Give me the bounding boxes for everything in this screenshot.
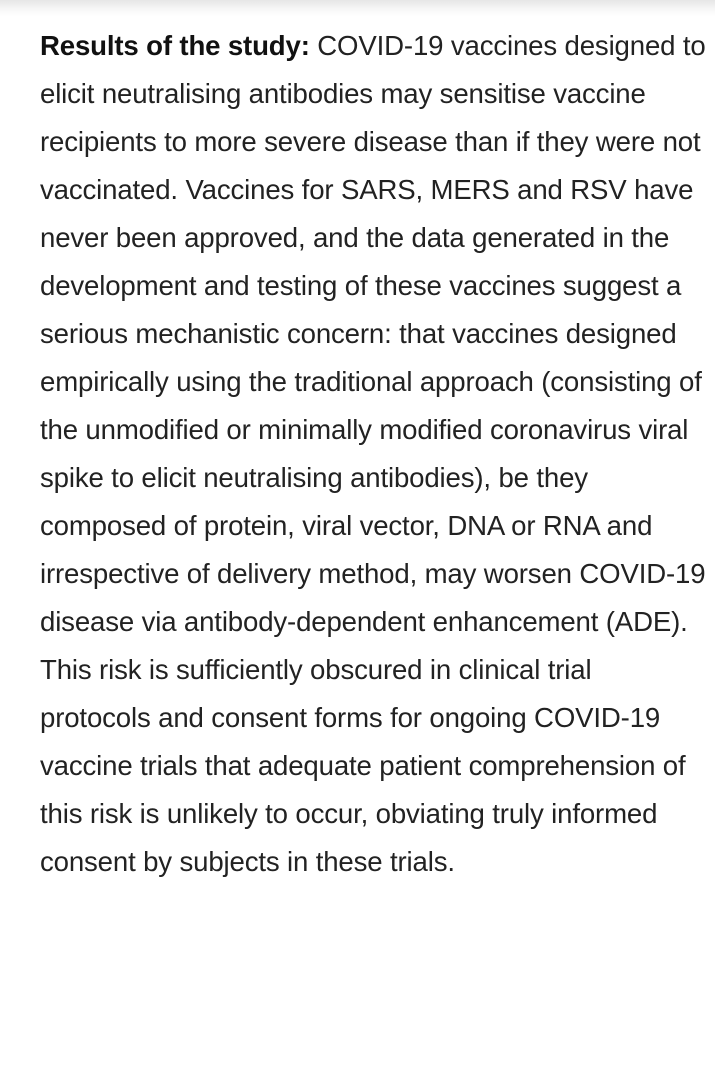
- results-body: COVID-19 vaccines designed to elicit neu…: [40, 30, 706, 877]
- article-paragraph: Results of the study: COVID-19 vaccines …: [40, 22, 708, 886]
- results-heading: Results of the study:: [40, 30, 310, 61]
- top-shadow: [0, 0, 715, 16]
